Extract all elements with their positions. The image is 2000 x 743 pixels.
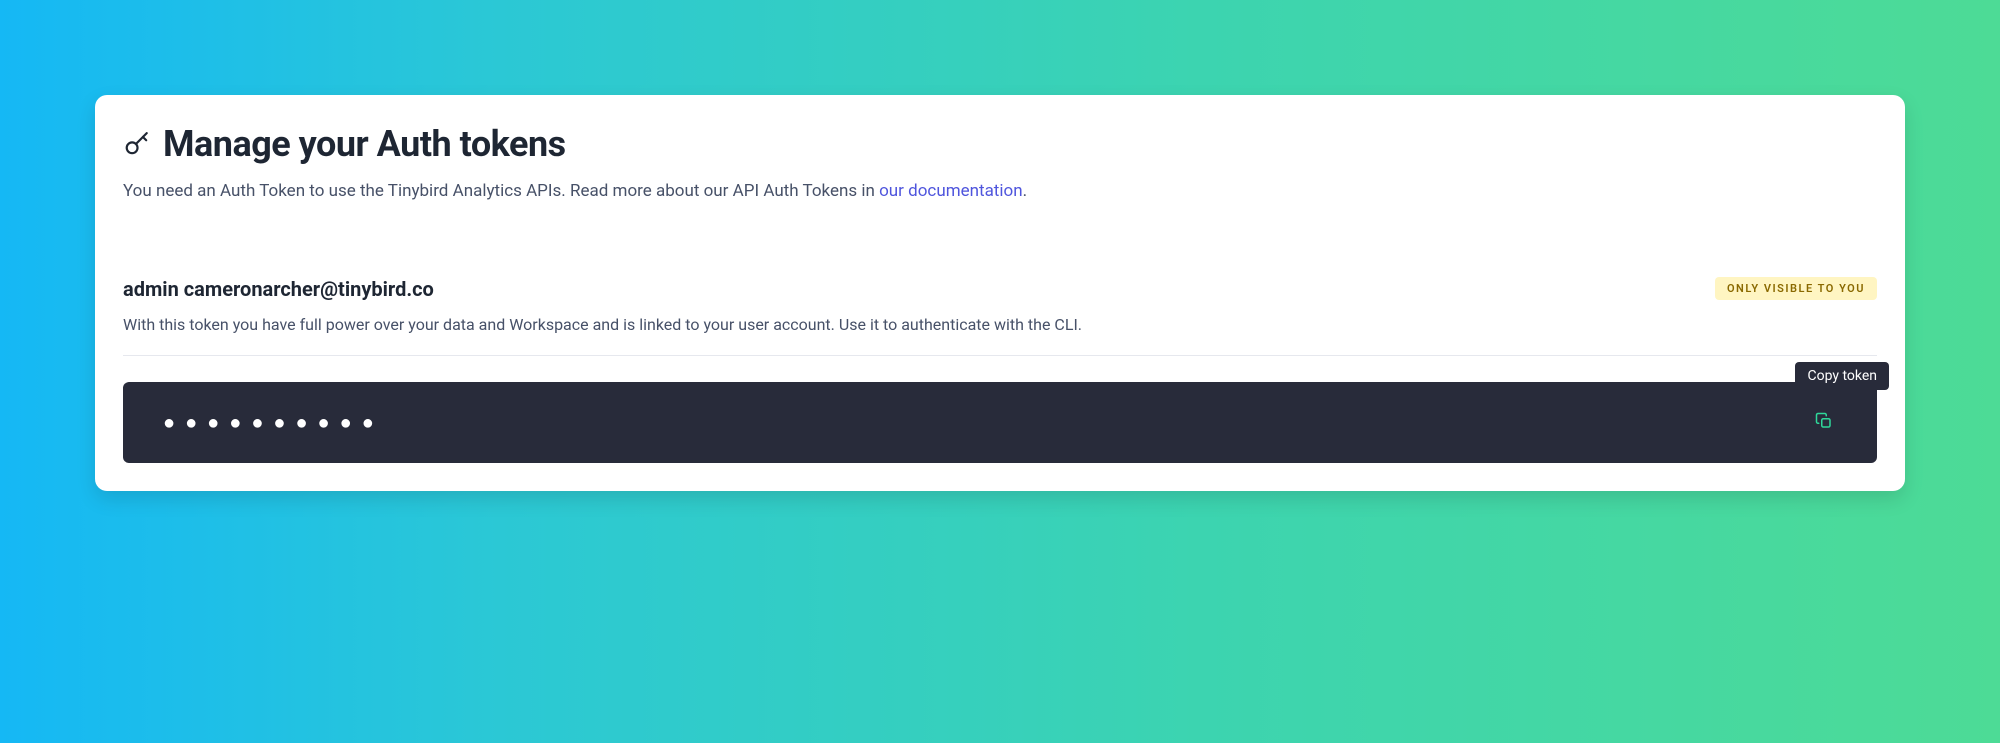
page-title: Manage your Auth tokens bbox=[163, 123, 566, 165]
documentation-link[interactable]: our documentation bbox=[879, 181, 1023, 201]
token-box: ●●●●●●●●●● bbox=[123, 382, 1877, 463]
page-description-prefix: You need an Auth Token to use the Tinybi… bbox=[123, 181, 879, 201]
token-header: admin cameronarcher@tinybird.co ONLY VIS… bbox=[123, 277, 1877, 301]
page-description-suffix: . bbox=[1023, 181, 1027, 201]
token-masked-value: ●●●●●●●●●● bbox=[163, 410, 384, 435]
page-header: Manage your Auth tokens bbox=[123, 123, 1877, 165]
token-box-wrap: Copy token ●●●●●●●●●● bbox=[123, 382, 1877, 463]
visibility-badge: ONLY VISIBLE TO YOU bbox=[1715, 277, 1877, 300]
copy-icon bbox=[1815, 412, 1833, 433]
copy-tooltip: Copy token bbox=[1795, 362, 1889, 390]
divider bbox=[123, 355, 1877, 356]
token-description: With this token you have full power over… bbox=[123, 313, 1877, 337]
token-name: admin cameronarcher@tinybird.co bbox=[123, 277, 434, 301]
page-description: You need an Auth Token to use the Tinybi… bbox=[123, 179, 1877, 205]
key-icon bbox=[123, 130, 151, 158]
copy-button[interactable] bbox=[1811, 408, 1837, 437]
auth-tokens-card: Manage your Auth tokens You need an Auth… bbox=[95, 95, 1905, 491]
